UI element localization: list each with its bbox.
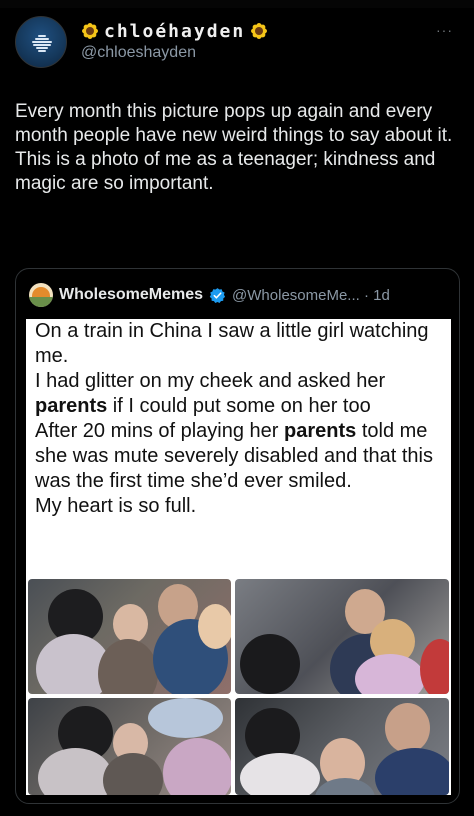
verified-badge-icon [209,287,226,303]
meme-line: After 20 mins of playing her parents tol… [35,420,433,492]
author-display-name[interactable]: chloéhayden [104,21,245,42]
sunflower-icon [80,21,100,41]
photo-2 [235,579,449,694]
sunflower-icon [249,21,269,41]
meme-line: My heart is so full. [35,495,197,517]
photo-3 [28,698,231,795]
quoted-tweet[interactable]: WholesomeMemes @WholesomeMe... · 1d On a… [15,268,460,804]
quoted-tweet-header: WholesomeMemes @WholesomeMe... · 1d [16,269,459,321]
meme-line: I had glitter on my cheek and asked her … [35,370,386,417]
author-name-row[interactable]: chloéhayden [80,18,269,44]
quoted-handle-time[interactable]: @WholesomeMe... · 1d [232,287,390,304]
avatar-badge [29,27,55,59]
quoted-author-avatar[interactable] [29,283,53,307]
meme-line: On a train in China I saw a little girl … [35,320,429,367]
photo-4 [235,698,449,795]
tweet-text-line: Every month this picture pops up again a… [15,101,453,146]
meme-caption: On a train in China I saw a little girl … [35,319,445,519]
photo-1 [28,579,231,694]
more-icon[interactable]: ··· [436,22,453,38]
tweet-text: Every month this picture pops up again a… [15,100,455,196]
top-bar [0,0,474,8]
author-handle[interactable]: @chloeshayden [81,44,196,62]
quoted-author-name[interactable]: WholesomeMemes [59,286,203,304]
author-avatar[interactable] [15,16,67,68]
tweet-text-line: This is a photo of me as a teenager; kin… [15,149,436,194]
meme-image[interactable]: On a train in China I saw a little girl … [26,319,451,795]
